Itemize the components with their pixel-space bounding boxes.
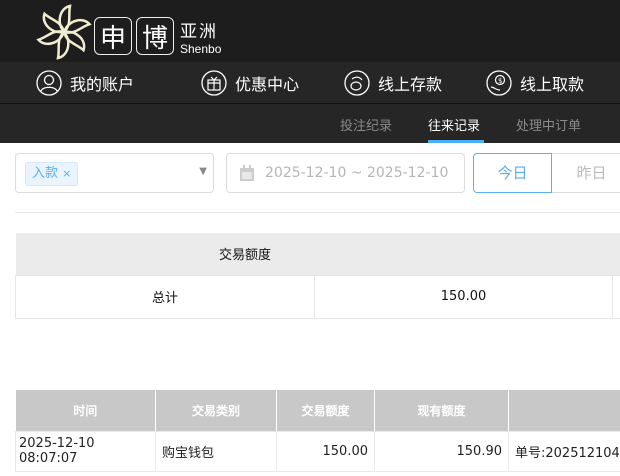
- tab-transactions[interactable]: 往来记录: [428, 115, 480, 134]
- summary-header: 交易额度: [15, 233, 620, 275]
- cell-time: 2025-12-10 08:07:07: [15, 430, 156, 472]
- col-type: 交易类别: [155, 390, 277, 431]
- nav-my-account[interactable]: 我的账户: [36, 62, 134, 104]
- nav-withdraw[interactable]: $ 线上取款: [486, 62, 584, 104]
- col-amount: 交易额度: [276, 390, 375, 431]
- sub-nav: 投注纪录 往来记录 处理中订单: [0, 104, 620, 143]
- logo[interactable]: 申 博 亚洲 Shenbo: [34, 2, 221, 60]
- divider: [15, 212, 620, 213]
- col-balance: 现有额度: [374, 390, 509, 431]
- gift-icon: [201, 70, 227, 96]
- summary-amount: 150.00: [314, 274, 613, 319]
- logo-name-en: Shenbo: [180, 41, 222, 56]
- user-icon: [36, 70, 62, 96]
- table-row: 2025-12-10 08:07:07 购宝钱包 150.00 150.90 单…: [15, 430, 620, 472]
- cell-amount: 150.00: [276, 430, 375, 472]
- withdraw-icon: $: [486, 70, 512, 96]
- tag-label: 入款: [32, 166, 59, 181]
- type-select[interactable]: 入款 × ▼: [15, 153, 214, 193]
- nav-label: 我的账户: [70, 75, 135, 94]
- header: 申 博 亚洲 Shenbo: [0, 0, 620, 62]
- col-note: [508, 390, 620, 431]
- nav-deposit[interactable]: 线上存款: [344, 62, 442, 104]
- summary-extra: [612, 274, 620, 319]
- tag-remove-icon[interactable]: ×: [62, 167, 71, 180]
- svg-text:$: $: [498, 77, 502, 85]
- cell-note: 单号:202512104: [508, 430, 620, 472]
- active-tab-indicator: [428, 140, 484, 143]
- yesterday-button[interactable]: 昨日: [552, 153, 620, 193]
- nav-label: 优惠中心: [235, 75, 300, 94]
- summary-label: 总计: [15, 274, 315, 319]
- logo-name-cn: 亚洲: [180, 21, 218, 42]
- main-nav: 我的账户 优惠中心 线上存款 $ 线上取款: [0, 62, 620, 104]
- caret-down-icon: ▼: [199, 166, 207, 177]
- type-tag: 入款 ×: [25, 162, 79, 186]
- cell-balance: 150.90: [374, 430, 509, 472]
- nav-label: 线上存款: [378, 75, 443, 94]
- transactions-table: 时间 交易类别 交易额度 现有额度 2025-12-10 08:07:07 购宝…: [15, 390, 620, 472]
- date-range-value: 2025-12-10 ~ 2025-12-10: [265, 165, 449, 181]
- calendar-icon: [240, 165, 254, 181]
- deposit-icon: [344, 70, 370, 96]
- date-range-picker[interactable]: 2025-12-10 ~ 2025-12-10: [226, 153, 465, 193]
- col-time: 时间: [15, 390, 156, 431]
- tab-pending-orders[interactable]: 处理中订单: [516, 115, 581, 134]
- nav-label: 线上取款: [520, 75, 585, 94]
- logo-char: 博: [136, 17, 174, 55]
- cell-type: 购宝钱包: [155, 430, 277, 472]
- tab-bet-records[interactable]: 投注纪录: [340, 115, 392, 134]
- logo-char: 申: [94, 17, 132, 55]
- summary-table: 交易额度 总计 150.00: [15, 233, 620, 319]
- flower-logo-icon: [36, 4, 92, 60]
- nav-promotions[interactable]: 优惠中心: [201, 62, 299, 104]
- today-button[interactable]: 今日: [473, 153, 552, 193]
